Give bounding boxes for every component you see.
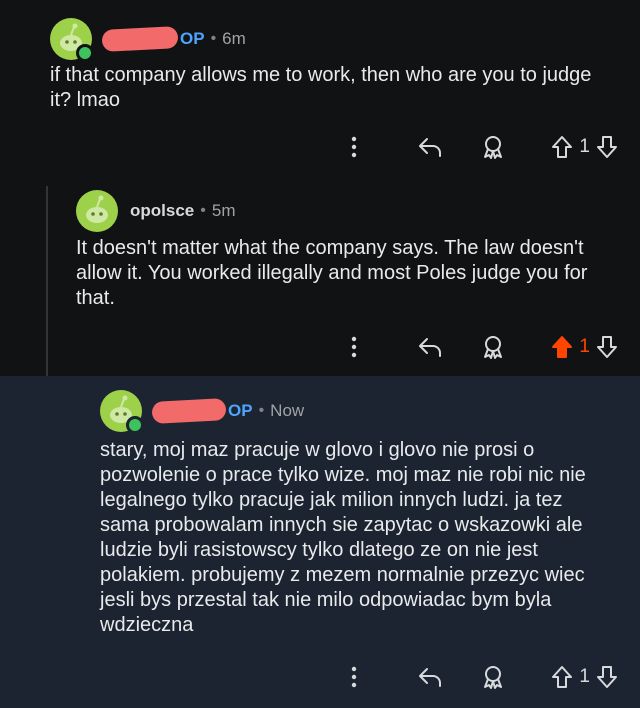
- downvote-button[interactable]: [596, 665, 618, 689]
- reply-icon: [419, 338, 442, 357]
- award-button[interactable]: [481, 664, 505, 690]
- separator: •: [200, 202, 206, 219]
- more-options-button[interactable]: [347, 666, 361, 688]
- comment-body: It doesn't matter what the company says.…: [76, 237, 588, 309]
- downvote-button[interactable]: [596, 335, 618, 359]
- vote-score: 1: [579, 336, 590, 357]
- vote-score: 1: [579, 666, 590, 687]
- kebab-icon: [352, 336, 357, 358]
- redacted-username: [151, 398, 227, 424]
- downvote-icon: [597, 136, 617, 158]
- timestamp: Now: [270, 401, 305, 420]
- comment-actions: 1: [347, 332, 618, 362]
- award-icon: [484, 336, 503, 359]
- timestamp: 5m: [211, 201, 236, 220]
- reply-button[interactable]: [417, 136, 443, 158]
- separator: •: [258, 402, 265, 419]
- award-icon: [484, 666, 503, 689]
- comment-3: OP • Now stary, moj maz pracuje w glovo …: [0, 376, 640, 708]
- more-options-button[interactable]: [347, 336, 361, 358]
- reply-icon: [419, 668, 442, 687]
- upvote-icon: [552, 336, 573, 358]
- avatar[interactable]: [76, 190, 118, 232]
- more-options-button[interactable]: [347, 136, 361, 158]
- op-tag: OP: [180, 29, 205, 48]
- kebab-icon: [352, 136, 357, 158]
- online-status-dot: [126, 416, 144, 434]
- op-tag: OP: [228, 401, 253, 420]
- comment-header: OP • Now: [100, 390, 305, 434]
- kebab-icon: [352, 666, 357, 688]
- upvote-button[interactable]: [551, 335, 573, 359]
- comment-header: opolsce • 5m: [76, 190, 235, 232]
- online-status-dot: [76, 44, 94, 62]
- avatar[interactable]: [100, 390, 144, 434]
- upvote-button[interactable]: [551, 135, 573, 159]
- snoo-icon: [86, 195, 108, 223]
- award-icon: [484, 136, 503, 159]
- comment-1: OP • 6m if that company allows me to wor…: [0, 0, 640, 186]
- avatar[interactable]: [50, 18, 94, 62]
- vote-score: 1: [579, 136, 590, 157]
- downvote-button[interactable]: [596, 135, 618, 159]
- separator: •: [210, 30, 217, 47]
- award-button[interactable]: [481, 334, 505, 360]
- comment-body: if that company allows me to work, then …: [50, 64, 592, 111]
- upvote-icon: [552, 136, 573, 158]
- award-button[interactable]: [481, 134, 505, 160]
- timestamp: 6m: [222, 29, 246, 48]
- redacted-username: [101, 26, 179, 52]
- reply-button[interactable]: [417, 336, 443, 358]
- comment-actions: 1: [347, 662, 618, 692]
- reply-button[interactable]: [417, 666, 443, 688]
- comment-header: OP • 6m: [50, 18, 246, 62]
- downvote-icon: [597, 336, 617, 358]
- upvote-button[interactable]: [551, 665, 573, 689]
- username[interactable]: opolsce: [130, 201, 194, 221]
- comment-body: stary, moj maz pracuje w glovo i glovo n…: [100, 439, 586, 636]
- upvote-icon: [552, 666, 573, 688]
- comment-2: opolsce • 5m It doesn't matter what the …: [0, 186, 640, 376]
- comment-actions: 1: [347, 132, 618, 162]
- downvote-icon: [597, 666, 617, 688]
- reply-icon: [419, 138, 442, 157]
